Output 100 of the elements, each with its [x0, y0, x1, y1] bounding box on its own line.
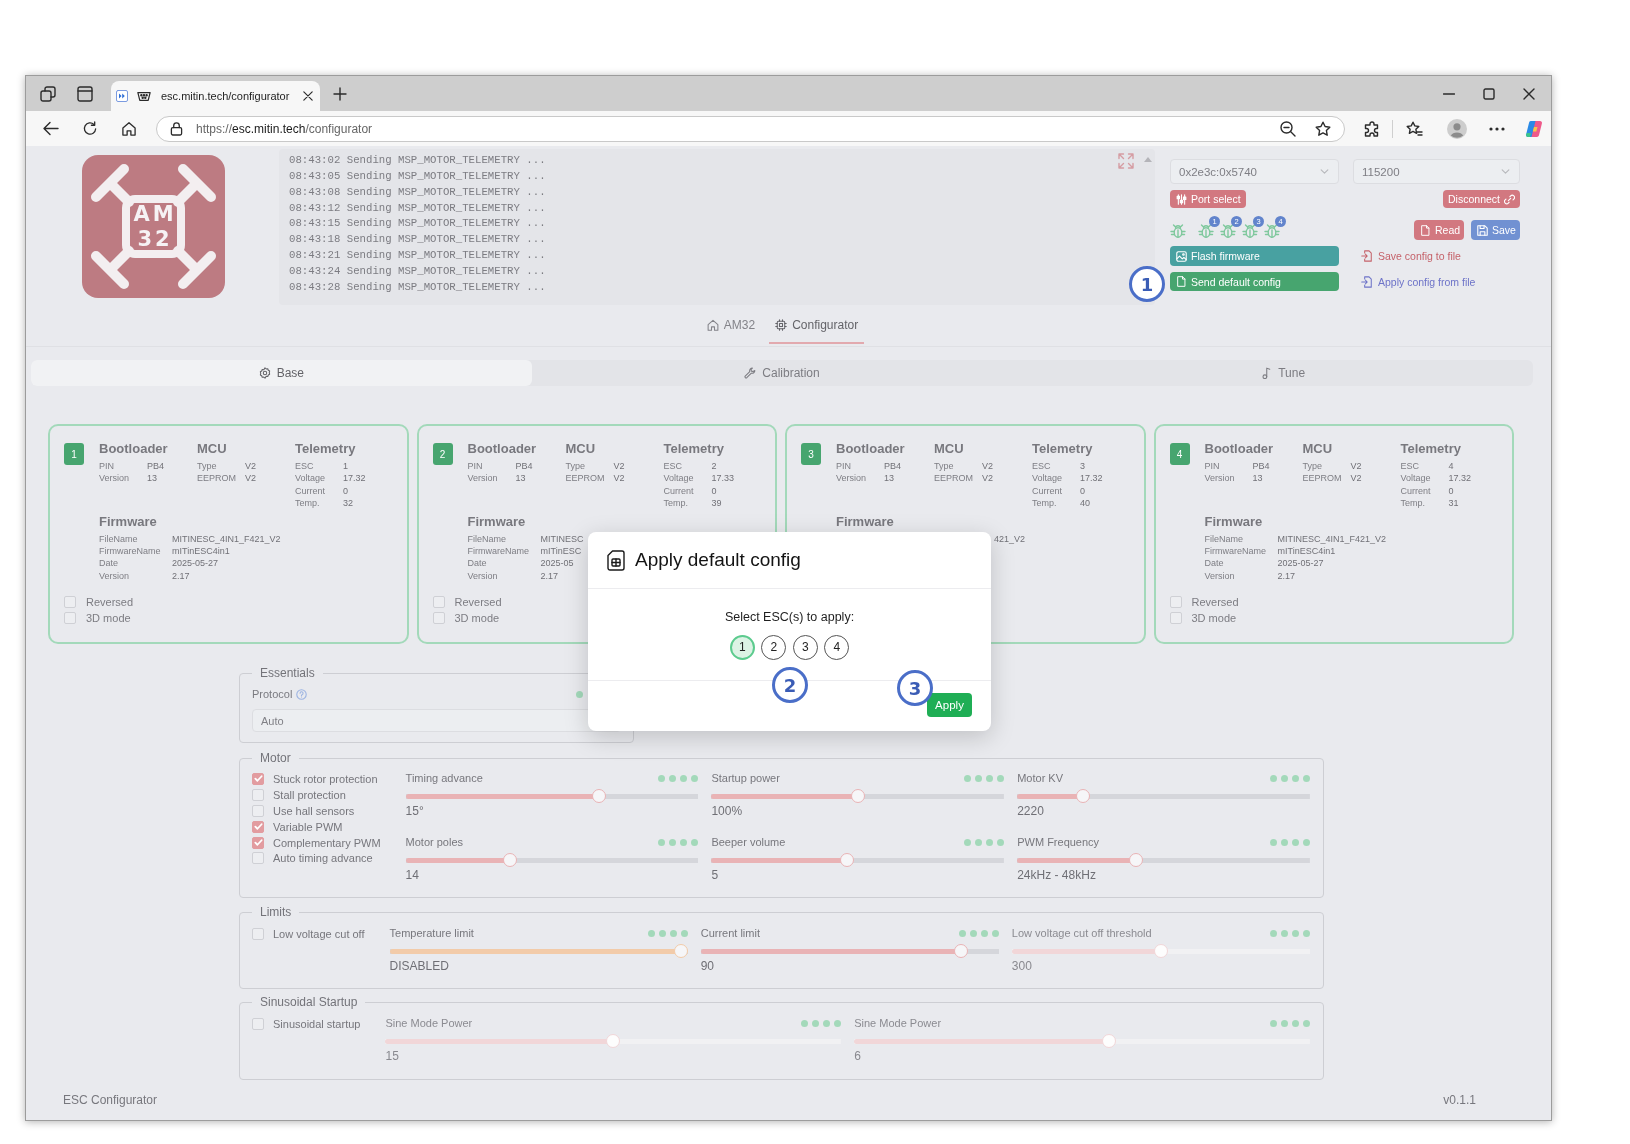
esc-toggle-button[interactable]: 4	[824, 634, 850, 660]
close-icon[interactable]	[303, 91, 313, 101]
maximize-icon[interactable]	[1483, 87, 1495, 100]
slider-handle[interactable]	[592, 789, 607, 803]
tab-actions-icon[interactable]	[77, 85, 93, 102]
field-label: Version	[1204, 569, 1236, 583]
field-label: Version	[467, 569, 499, 583]
flash-firmware-button[interactable]: Flash firmware	[1170, 246, 1339, 266]
zoom-out-icon[interactable]	[1280, 120, 1296, 137]
back-icon[interactable]	[42, 121, 59, 136]
minimize-icon[interactable]	[1443, 92, 1455, 95]
field-value: V2	[613, 472, 625, 485]
avatar-icon[interactable]	[1447, 118, 1467, 139]
checkbox[interactable]	[252, 804, 264, 817]
port-select-button[interactable]: Port select	[1170, 190, 1246, 208]
field-label: Current	[1032, 484, 1063, 498]
checkbox[interactable]	[1169, 612, 1182, 625]
nav-tab[interactable]: AM32	[700, 311, 762, 344]
section-heading: MCU	[565, 441, 597, 457]
status-dot-icon	[1292, 1019, 1299, 1027]
tab[interactable]: Calibration	[531, 360, 1033, 386]
file-icon	[1176, 276, 1187, 287]
esc-toggle-button[interactable]: 3	[792, 634, 818, 660]
puzzle-icon[interactable]	[1364, 120, 1380, 137]
field-label: ESC	[1400, 460, 1420, 473]
port-dropdown[interactable]: 0x2e3c:0x5740	[1170, 159, 1339, 184]
checkbox[interactable]	[64, 612, 76, 625]
checkbox-label: Stuck rotor protection	[273, 772, 378, 785]
tab[interactable]: Base	[31, 360, 532, 386]
checkbox[interactable]	[252, 820, 264, 833]
more-icon[interactable]	[1489, 126, 1505, 131]
checkbox[interactable]	[252, 836, 264, 849]
log-line: 08:43:18 Sending MSP_MOTOR_TELEMETRY ...	[289, 232, 546, 248]
slider-handle[interactable]	[1075, 789, 1090, 803]
link-icon	[1504, 193, 1515, 205]
send-default-config-button[interactable]: Send default config	[1170, 272, 1339, 291]
browser-tab[interactable]: esc.mitin.tech/configurator	[111, 81, 320, 111]
apply-config-link[interactable]: Apply config from file	[1361, 272, 1520, 291]
checkbox[interactable]	[252, 772, 264, 785]
slider-handle[interactable]	[953, 944, 968, 958]
help-icon[interactable]	[296, 688, 308, 700]
slider-handle[interactable]	[503, 853, 518, 867]
checkbox[interactable]	[252, 927, 264, 940]
favicon-icon	[116, 90, 128, 102]
new-tab-icon[interactable]	[333, 86, 347, 101]
workspaces-icon[interactable]	[40, 85, 56, 102]
log-line: 08:43:05 Sending MSP_MOTOR_TELEMETRY ...	[289, 168, 546, 184]
favorites-icon[interactable]	[1406, 120, 1423, 137]
save-config-link[interactable]: Save config to file	[1361, 246, 1520, 266]
esc-toggle-button[interactable]: 1	[729, 634, 755, 660]
field-label: Temp.	[295, 497, 321, 510]
esc-toggle-button[interactable]: 2	[761, 634, 787, 660]
section-heading: Telemetry	[663, 441, 725, 457]
checkbox[interactable]	[64, 596, 76, 609]
bug-icon	[1242, 223, 1258, 239]
chevron-down-icon	[1501, 169, 1510, 174]
checkbox[interactable]	[252, 1017, 264, 1030]
tab[interactable]: Tune	[1032, 360, 1533, 386]
disconnect-button[interactable]: Disconnect	[1443, 190, 1520, 208]
star-icon[interactable]	[1315, 120, 1331, 137]
slider-handle[interactable]	[673, 944, 688, 958]
lock-icon[interactable]	[170, 121, 183, 136]
apply-button[interactable]: Apply	[927, 692, 972, 717]
app-icon[interactable]	[1525, 119, 1543, 138]
status-dot-icon	[691, 838, 699, 846]
field-label: Current	[1400, 484, 1432, 498]
bug-icon	[1198, 223, 1214, 239]
field-label: EEPROM	[1302, 472, 1343, 485]
home-icon[interactable]	[120, 121, 137, 136]
status-dot-icon	[1281, 774, 1288, 782]
status-dot-icon	[1303, 1019, 1310, 1027]
field-value: 0	[1448, 484, 1455, 498]
field-label: Current	[295, 484, 326, 498]
slider-handle[interactable]	[850, 789, 865, 803]
caret-up-icon[interactable]	[1144, 157, 1152, 162]
field-label: Version	[467, 472, 499, 485]
address-bar[interactable]: https://esc.mitin.tech/configurator	[156, 115, 1345, 142]
save-button[interactable]: Save	[1471, 220, 1520, 240]
read-button[interactable]: Read	[1414, 220, 1464, 240]
close-icon[interactable]	[1523, 87, 1535, 100]
bug-icon	[1220, 223, 1236, 239]
status-dot-icon	[823, 1019, 831, 1027]
field-label: FirmwareName	[1204, 545, 1267, 558]
baud-rate-dropdown[interactable]: 115200	[1353, 159, 1520, 184]
slider-handle[interactable]	[839, 853, 854, 867]
expand-icon[interactable]	[1118, 153, 1134, 169]
checkbox[interactable]	[432, 596, 445, 609]
sim-card-icon	[607, 549, 625, 571]
gear-icon	[258, 367, 271, 379]
nav-tab[interactable]: Configurator	[769, 311, 865, 344]
log-line: 08:43:21 Sending MSP_MOTOR_TELEMETRY ...	[289, 248, 546, 264]
checkbox[interactable]	[252, 852, 264, 865]
slider-value: 5	[711, 868, 720, 882]
checkbox[interactable]	[432, 612, 445, 625]
checkbox[interactable]	[252, 788, 264, 801]
field-label: PIN	[1204, 460, 1221, 473]
slider-handle[interactable]	[1128, 853, 1143, 867]
refresh-icon[interactable]	[81, 121, 98, 136]
section-heading: Firmware	[1204, 513, 1264, 530]
checkbox[interactable]	[1169, 596, 1182, 609]
